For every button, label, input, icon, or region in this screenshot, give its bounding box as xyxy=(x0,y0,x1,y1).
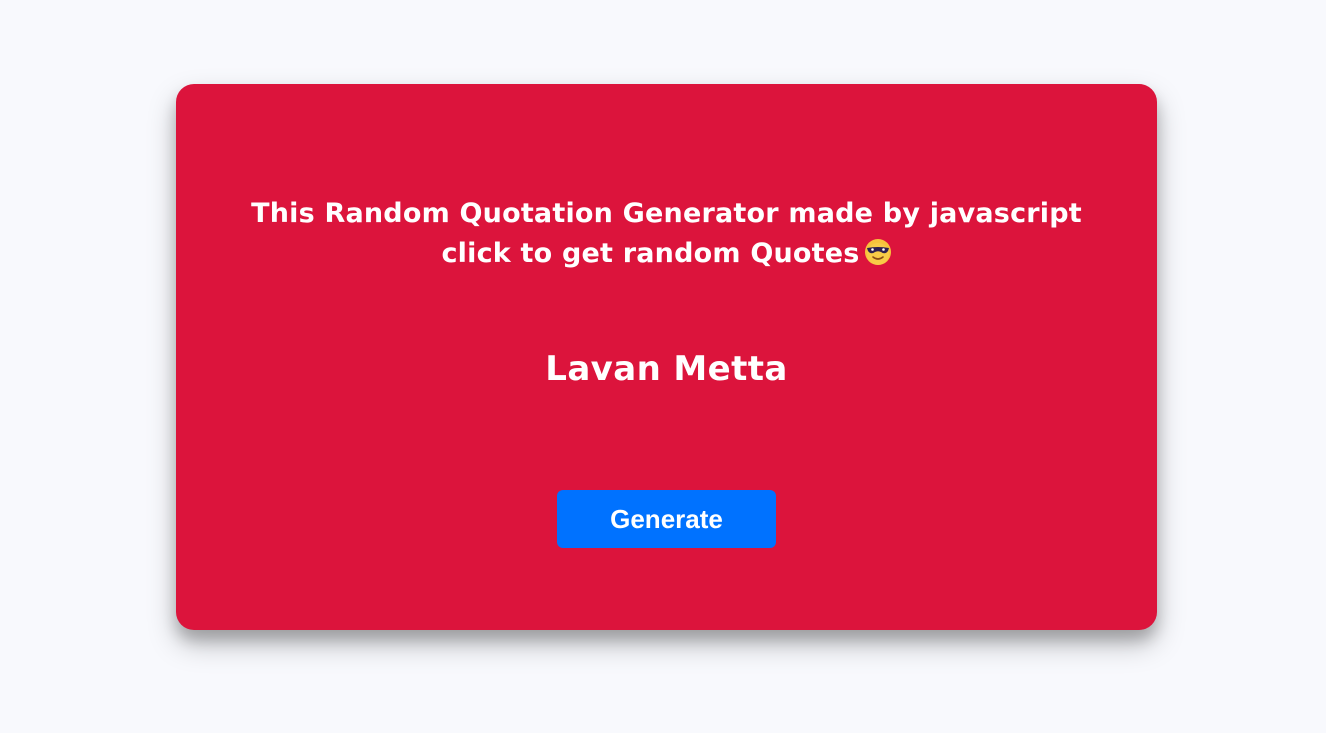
author-name: Lavan Metta xyxy=(545,349,788,389)
quote-line-2: click to get random Quotes xyxy=(216,234,1117,274)
quote-line-1: This Random Quotation Generator made by … xyxy=(251,198,1082,229)
generate-button[interactable]: Generate xyxy=(557,490,776,548)
quote-card: This Random Quotation Generator made by … xyxy=(176,84,1157,630)
quote-line-2-text: click to get random Quotes xyxy=(441,238,860,269)
sunglasses-emoji-icon xyxy=(864,238,892,266)
quote-text: This Random Quotation Generator made by … xyxy=(216,194,1117,274)
